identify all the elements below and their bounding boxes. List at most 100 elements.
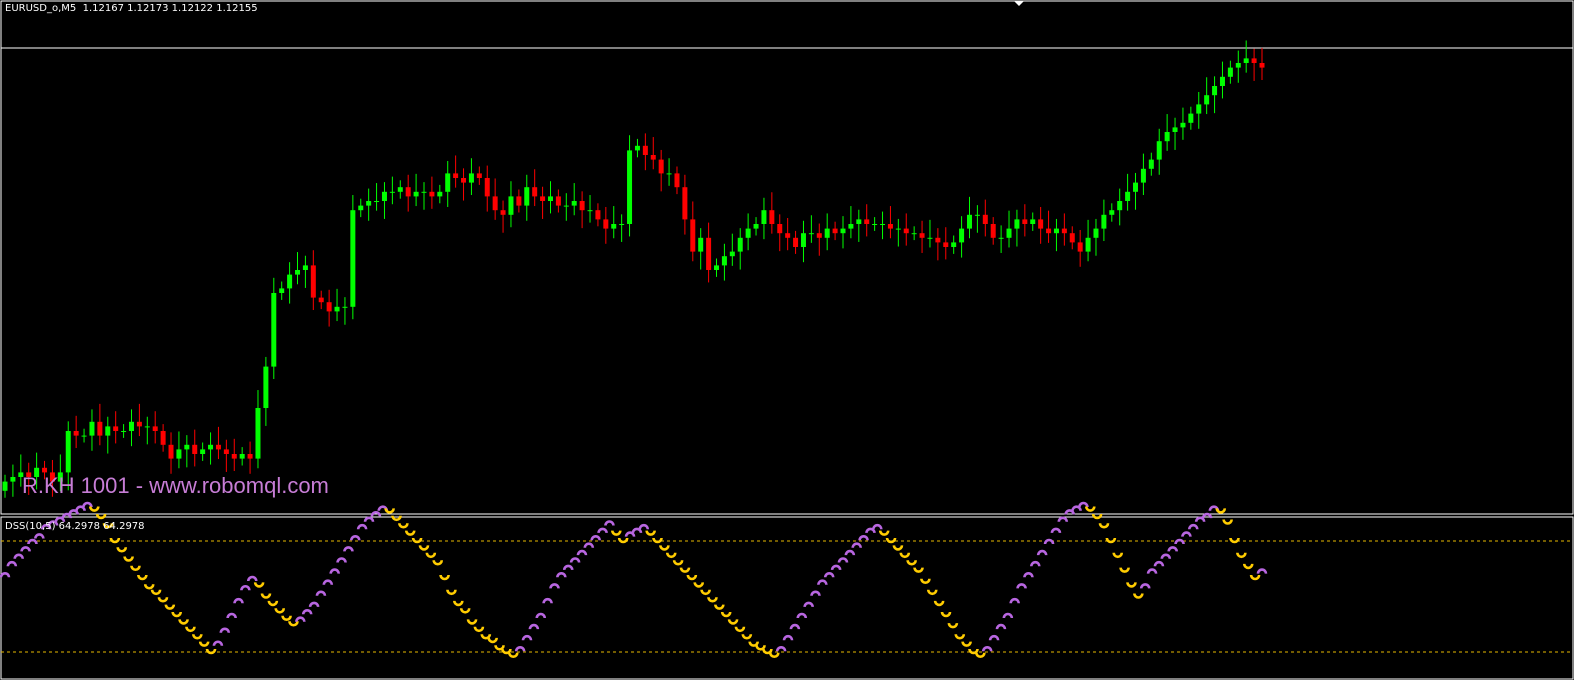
- candle-bull: [1148, 159, 1154, 169]
- candle-bull: [729, 251, 735, 257]
- candle-bull: [397, 187, 403, 192]
- candle-bull: [200, 449, 206, 454]
- candle-bull: [966, 214, 972, 229]
- main-chart-frame: [0, 0, 1574, 515]
- candle-bull: [800, 233, 806, 247]
- candle-bear: [160, 431, 166, 445]
- candle-bull: [619, 224, 625, 225]
- candle-bull: [1133, 182, 1139, 192]
- candle-bull: [745, 228, 751, 238]
- candle-bull: [1180, 122, 1186, 128]
- candle-bull: [1030, 219, 1036, 224]
- candle-bear: [152, 426, 158, 431]
- candle-bull: [1188, 113, 1194, 123]
- candle-bull: [737, 237, 743, 252]
- candle-bull: [587, 210, 593, 212]
- candle-bull: [848, 224, 854, 229]
- candle-bear: [1069, 233, 1075, 243]
- candle-bull: [1219, 76, 1225, 86]
- candle-bear: [500, 210, 506, 215]
- candle-bull: [1085, 237, 1091, 252]
- candle-bull: [998, 237, 1004, 239]
- candle-bear: [113, 426, 119, 431]
- candle-bull: [184, 444, 190, 450]
- candle-bull: [1235, 63, 1241, 68]
- candle-bull: [753, 224, 759, 229]
- candle-bull: [1204, 95, 1210, 105]
- symbol-label: EURUSD_o,M5: [5, 3, 77, 14]
- candle-bear: [532, 187, 538, 197]
- candle-bear: [540, 196, 546, 201]
- candle-bull: [295, 270, 301, 275]
- candle-bull: [208, 444, 214, 450]
- candle-bear: [990, 224, 996, 238]
- candle-bull: [121, 431, 127, 432]
- candle-bear: [887, 224, 893, 229]
- candle-bull: [381, 191, 387, 201]
- candle-bull: [872, 224, 878, 225]
- candle-bear: [1259, 63, 1265, 68]
- candle-bear: [1046, 228, 1052, 234]
- candle-bull: [840, 228, 846, 234]
- candle-bear: [476, 173, 482, 178]
- candle-bear: [1077, 242, 1083, 252]
- candle-bear: [1251, 58, 1257, 63]
- candle-bull: [1156, 141, 1162, 160]
- candle-bear: [555, 196, 561, 206]
- candle-bear: [769, 210, 775, 224]
- candle-bear: [231, 454, 237, 459]
- candle-bull: [389, 191, 395, 193]
- candle-bull: [128, 421, 134, 431]
- candle-bull: [824, 228, 830, 238]
- candle-bear: [168, 444, 174, 459]
- candle-bear: [484, 178, 490, 197]
- candle-bear: [136, 421, 142, 427]
- candle-bull: [437, 191, 443, 197]
- candle-bull: [1125, 191, 1131, 201]
- candle-bull: [1196, 104, 1202, 114]
- candle-bull: [10, 477, 16, 482]
- candle-bear: [461, 178, 467, 183]
- candle-bull: [1117, 201, 1123, 211]
- candle-bull: [105, 426, 111, 436]
- candle-bear: [793, 237, 799, 247]
- candle-bear: [943, 242, 949, 247]
- candle-bear: [1061, 228, 1067, 234]
- dss-down-marker: [1091, 513, 1103, 520]
- candle-bear: [982, 214, 988, 224]
- candle-bear: [919, 233, 925, 238]
- candle-bear: [516, 196, 522, 206]
- candle-bear: [1038, 219, 1044, 229]
- main-chart-info: EURUSD_o,M5 1.12167 1.12173 1.12122 1.12…: [5, 3, 258, 14]
- candle-bull: [334, 306, 340, 312]
- candle-bear: [603, 219, 609, 229]
- candle-bull: [571, 201, 577, 206]
- candle-bear: [642, 145, 648, 155]
- candle-bull: [1164, 132, 1170, 142]
- candle-bear: [935, 237, 941, 243]
- candle-bear: [903, 228, 909, 234]
- candle-bull: [1093, 228, 1099, 238]
- candle-bull: [413, 191, 419, 197]
- candle-bull: [445, 173, 451, 192]
- candle-bull: [634, 145, 640, 151]
- candle-bull: [1227, 67, 1233, 77]
- candle-bull: [374, 201, 380, 202]
- candle-bull: [1243, 58, 1249, 63]
- candle-bear: [97, 421, 103, 436]
- candle-bear: [405, 187, 411, 197]
- candle-bear: [658, 159, 664, 174]
- candle-bear: [247, 454, 253, 459]
- candle-bull: [1006, 228, 1012, 238]
- candle-bull: [911, 233, 917, 235]
- candle-bull: [81, 435, 87, 437]
- candle-bull: [895, 228, 901, 230]
- candle-bear: [73, 431, 79, 436]
- candle-bull: [421, 191, 427, 193]
- candle-bull: [721, 256, 727, 266]
- candle-bull: [342, 306, 348, 308]
- candle-bull: [880, 224, 886, 225]
- candle-bull: [2, 481, 8, 491]
- candle-bull: [468, 173, 474, 183]
- candle-bear: [595, 210, 601, 220]
